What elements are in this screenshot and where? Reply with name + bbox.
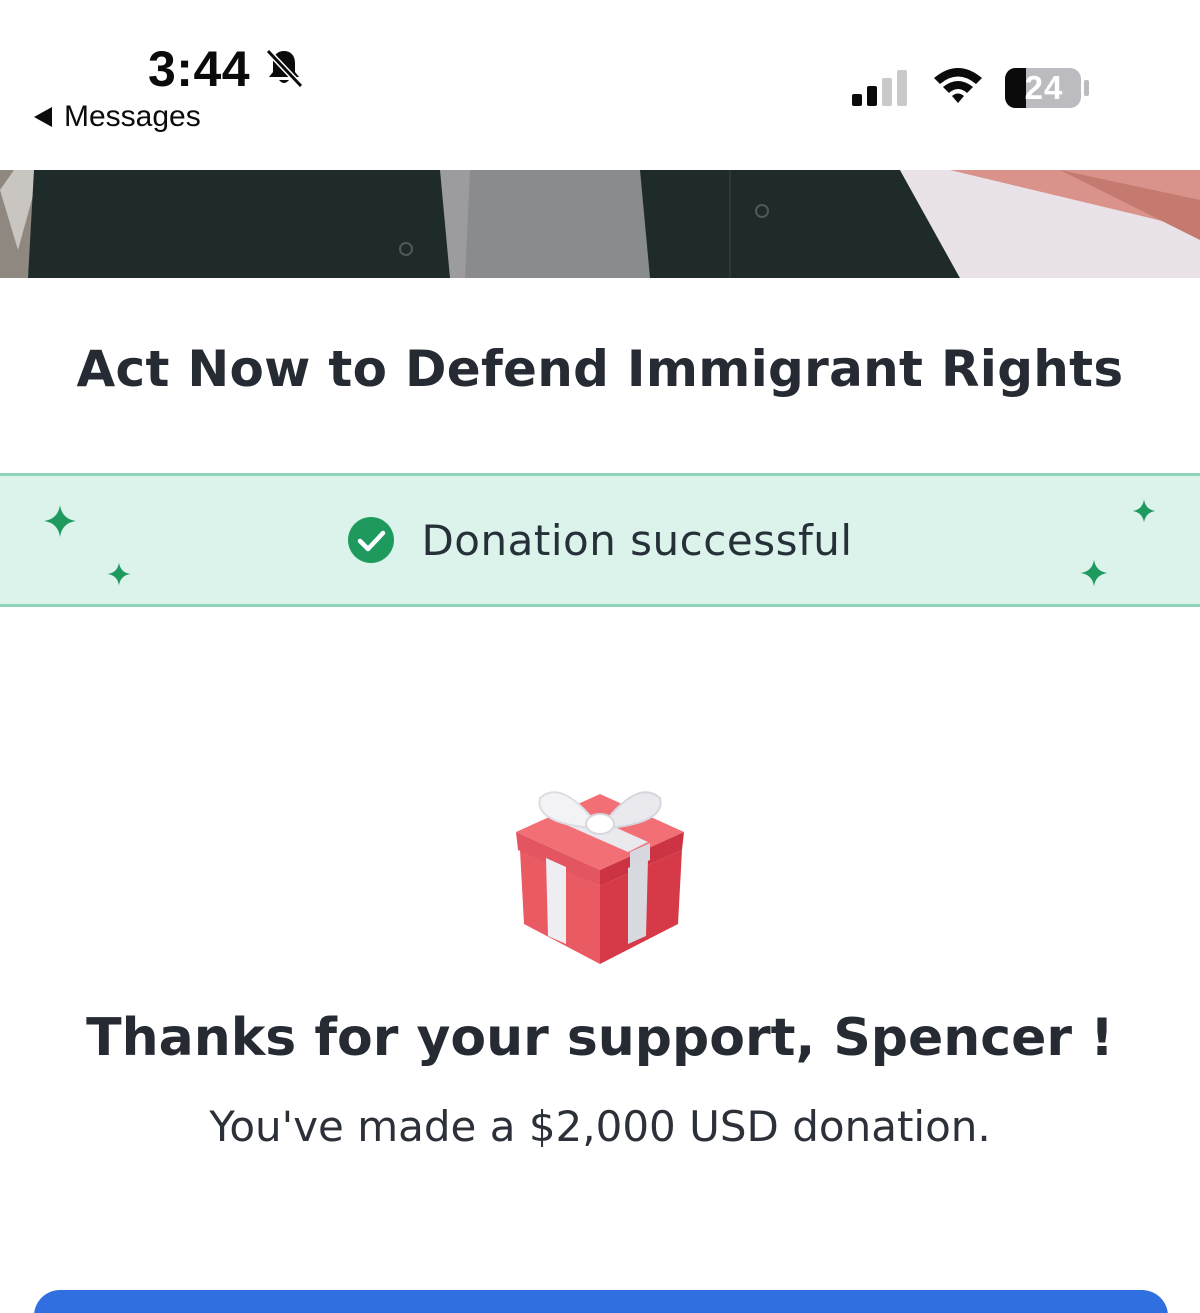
wifi-icon [934, 68, 982, 103]
donation-confirmation-page: 3:44 Messages 24 Act Now to Defend Immig… [0, 0, 1200, 1313]
cellular-signal-icon [852, 70, 907, 106]
donation-amount-message: You've made a $2,000 USD donation. [209, 1102, 991, 1151]
thanks-heading: Thanks for your support, Spencer ! [0, 1008, 1200, 1068]
status-time: 3:44 [148, 41, 251, 97]
back-link-label: Messages [64, 100, 201, 133]
back-arrow-icon [34, 107, 52, 127]
thanks-prefix: Thanks for your support, [86, 1008, 834, 1068]
bell-muted-icon [265, 48, 304, 89]
check-circle-icon [348, 517, 395, 563]
battery-level: 24 [1024, 69, 1064, 106]
banner-message: Donation successful [421, 515, 853, 565]
back-to-messages-link[interactable]: Messages [34, 100, 201, 134]
primary-action-button[interactable] [34, 1290, 1168, 1313]
banner-content: Donation successful [0, 476, 1200, 604]
status-bar: 3:44 Messages 24 [0, 0, 1200, 170]
thanks-suffix: ! [1072, 1008, 1114, 1068]
campaign-title: Act Now to Defend Immigrant Rights [76, 340, 1124, 398]
donor-name: Spencer [833, 1008, 1073, 1068]
campaign-hero-image [0, 170, 1200, 278]
donation-success-banner: Donation successful [0, 473, 1200, 607]
gift-icon [516, 791, 684, 964]
